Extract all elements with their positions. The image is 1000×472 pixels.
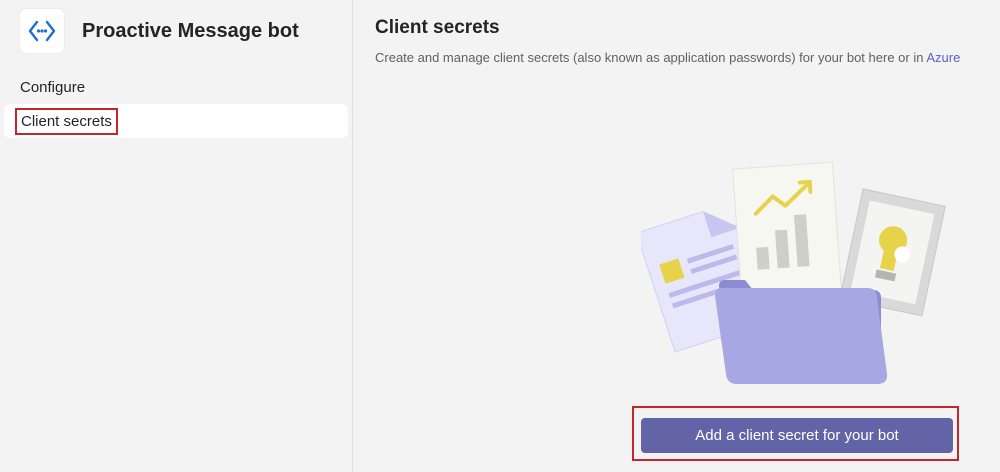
sidebar-item-client-secrets[interactable]: Client secrets [4, 104, 348, 138]
page-description-text: Create and manage client secrets (also k… [375, 50, 927, 65]
sidebar-item-label: Client secrets [15, 107, 118, 135]
azure-link[interactable]: Azure [926, 50, 960, 65]
app-title: Proactive Message bot [82, 19, 299, 42]
sidebar: Proactive Message bot Configure Client s… [0, 0, 353, 472]
bot-app-icon [20, 9, 64, 53]
documents-folder-illustration [635, 160, 953, 388]
app-header: Proactive Message bot [20, 8, 299, 54]
sidebar-item-label: Configure [20, 78, 86, 96]
sidebar-item-configure[interactable]: Configure [4, 70, 348, 104]
page-description: Create and manage client secrets (also k… [375, 50, 960, 65]
add-client-secret-button[interactable]: Add a client secret for your bot [641, 418, 953, 453]
main-content: Client secrets Create and manage client … [353, 0, 1000, 472]
page-title: Client secrets [375, 17, 500, 38]
